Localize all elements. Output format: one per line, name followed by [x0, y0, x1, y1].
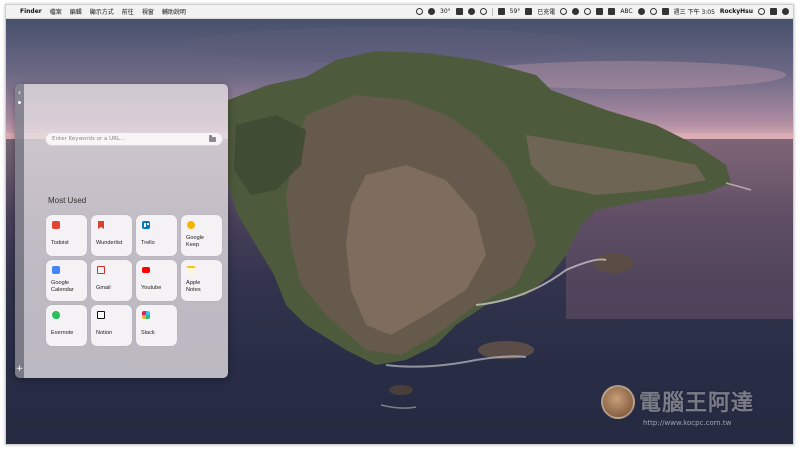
mascot-logo-icon [601, 385, 635, 419]
app-tile-notion[interactable]: Notion [91, 305, 132, 346]
panel-sidebar-rail: ‹ + [15, 84, 24, 378]
app-tile-evernote[interactable]: Evernote [46, 305, 87, 346]
toggle-icon[interactable] [416, 8, 424, 15]
slack-icon [142, 311, 150, 319]
volume-icon[interactable] [661, 8, 669, 15]
weather-temp[interactable]: 30° [440, 8, 451, 15]
menu-view[interactable]: 顯示方式 [90, 7, 114, 16]
clock-icon[interactable] [479, 8, 487, 15]
wunderlist-icon [97, 221, 105, 229]
dropbox-icon[interactable] [467, 8, 475, 15]
menu-file[interactable]: 檔案 [50, 7, 62, 16]
menu-edit[interactable]: 編輯 [70, 7, 82, 16]
app-tile-google-calendar[interactable]: Google Calendar [46, 260, 87, 301]
app-tile-google-keep[interactable]: Google Keep [181, 215, 222, 256]
time-machine-icon[interactable] [584, 8, 592, 15]
app-label: Wunderlist [96, 240, 123, 246]
menu-divider [491, 7, 493, 16]
app-tile-slack[interactable]: Slack [136, 305, 177, 346]
spotlight-icon[interactable] [758, 8, 765, 15]
gamepad-icon[interactable] [637, 8, 645, 15]
app-grid: Todoist Wunderlist Trello Google Keep Go… [46, 215, 222, 346]
app-label: Google Keep [186, 235, 205, 248]
app-label: Notion [96, 330, 113, 336]
app-label: Slack [141, 330, 155, 336]
menu-window[interactable]: 視窗 [142, 7, 154, 16]
app-label: Evernote [51, 330, 74, 336]
search-bar[interactable] [45, 132, 223, 146]
app-tile-wunderlist[interactable]: Wunderlist [91, 215, 132, 256]
display-icon[interactable] [596, 8, 604, 15]
wifi-icon[interactable] [649, 8, 657, 15]
temperature-readout[interactable]: 59° [510, 8, 521, 15]
watermark-url: http://www.kocpc.com.tw [643, 419, 732, 427]
app-status-icon[interactable] [455, 8, 463, 15]
user-name[interactable]: RockyHsu [720, 8, 753, 15]
lightning-icon[interactable] [770, 8, 777, 15]
menu-clock[interactable]: 週三 下午 3:05 [674, 7, 715, 16]
weather-icon[interactable] [428, 8, 436, 15]
battery-status[interactable]: 已充電 [537, 7, 555, 16]
google-calendar-icon [52, 266, 60, 274]
app-label: Apple Notes [186, 280, 201, 293]
youtube-icon [142, 267, 150, 273]
trello-icon [142, 221, 150, 229]
menu-bar-status: 30° 59° 已充電 ABC 週三 下午 3:05 RockyHsu [416, 7, 793, 16]
apple-notes-icon [187, 266, 195, 274]
app-label: Todoist [51, 240, 69, 246]
add-page-button[interactable]: + [15, 364, 24, 374]
app-label: Google Calendar [51, 280, 74, 293]
battery-icon[interactable] [525, 8, 533, 15]
input-method[interactable]: ABC [620, 8, 632, 15]
site-watermark: 電腦王阿達 http://www.kocpc.com.tw [601, 383, 781, 433]
section-title-most-used: Most Used [48, 196, 87, 205]
sync-icon[interactable] [560, 8, 568, 15]
search-input[interactable] [52, 136, 209, 142]
cpu-monitor-icon[interactable] [497, 8, 505, 15]
app-label: Youtube [141, 285, 162, 291]
active-page-dot[interactable] [18, 101, 21, 104]
collapse-panel-button[interactable]: ‹ [15, 88, 24, 97]
app-label: Gmail [96, 285, 111, 291]
menu-go[interactable]: 前往 [122, 7, 134, 16]
menu-bar: Finder 檔案 編輯 顯示方式 前往 視窗 輔助說明 30° 59° 已充電 [6, 5, 793, 19]
folder-icon[interactable] [209, 135, 216, 142]
menu-app-name[interactable]: Finder [20, 8, 42, 15]
notification-center-icon[interactable] [782, 8, 789, 15]
app-tile-todoist[interactable]: Todoist [46, 215, 87, 256]
todoist-icon [52, 221, 60, 229]
menu-bar-left: Finder 檔案 編輯 顯示方式 前往 視窗 輔助說明 [6, 7, 186, 16]
evernote-icon [52, 311, 60, 319]
app-tile-gmail[interactable]: Gmail [91, 260, 132, 301]
menu-help[interactable]: 輔助說明 [162, 7, 186, 16]
app-tile-apple-notes[interactable]: Apple Notes [181, 260, 222, 301]
app-tile-youtube[interactable]: Youtube [136, 260, 177, 301]
app-tile-trello[interactable]: Trello [136, 215, 177, 256]
screenshot-frame: Finder 檔案 編輯 顯示方式 前往 視窗 輔助說明 30° 59° 已充電 [5, 4, 794, 445]
quick-launch-panel: ‹ + Most Used Todoist Wunderlist Trello [15, 84, 228, 378]
watermark-logo-text: 電腦王阿達 [639, 391, 755, 416]
gmail-icon [97, 266, 105, 274]
flag-icon[interactable] [608, 8, 616, 15]
notion-icon [97, 311, 105, 319]
google-keep-icon [187, 221, 195, 229]
shield-icon[interactable] [572, 8, 580, 15]
app-label: Trello [141, 240, 155, 246]
